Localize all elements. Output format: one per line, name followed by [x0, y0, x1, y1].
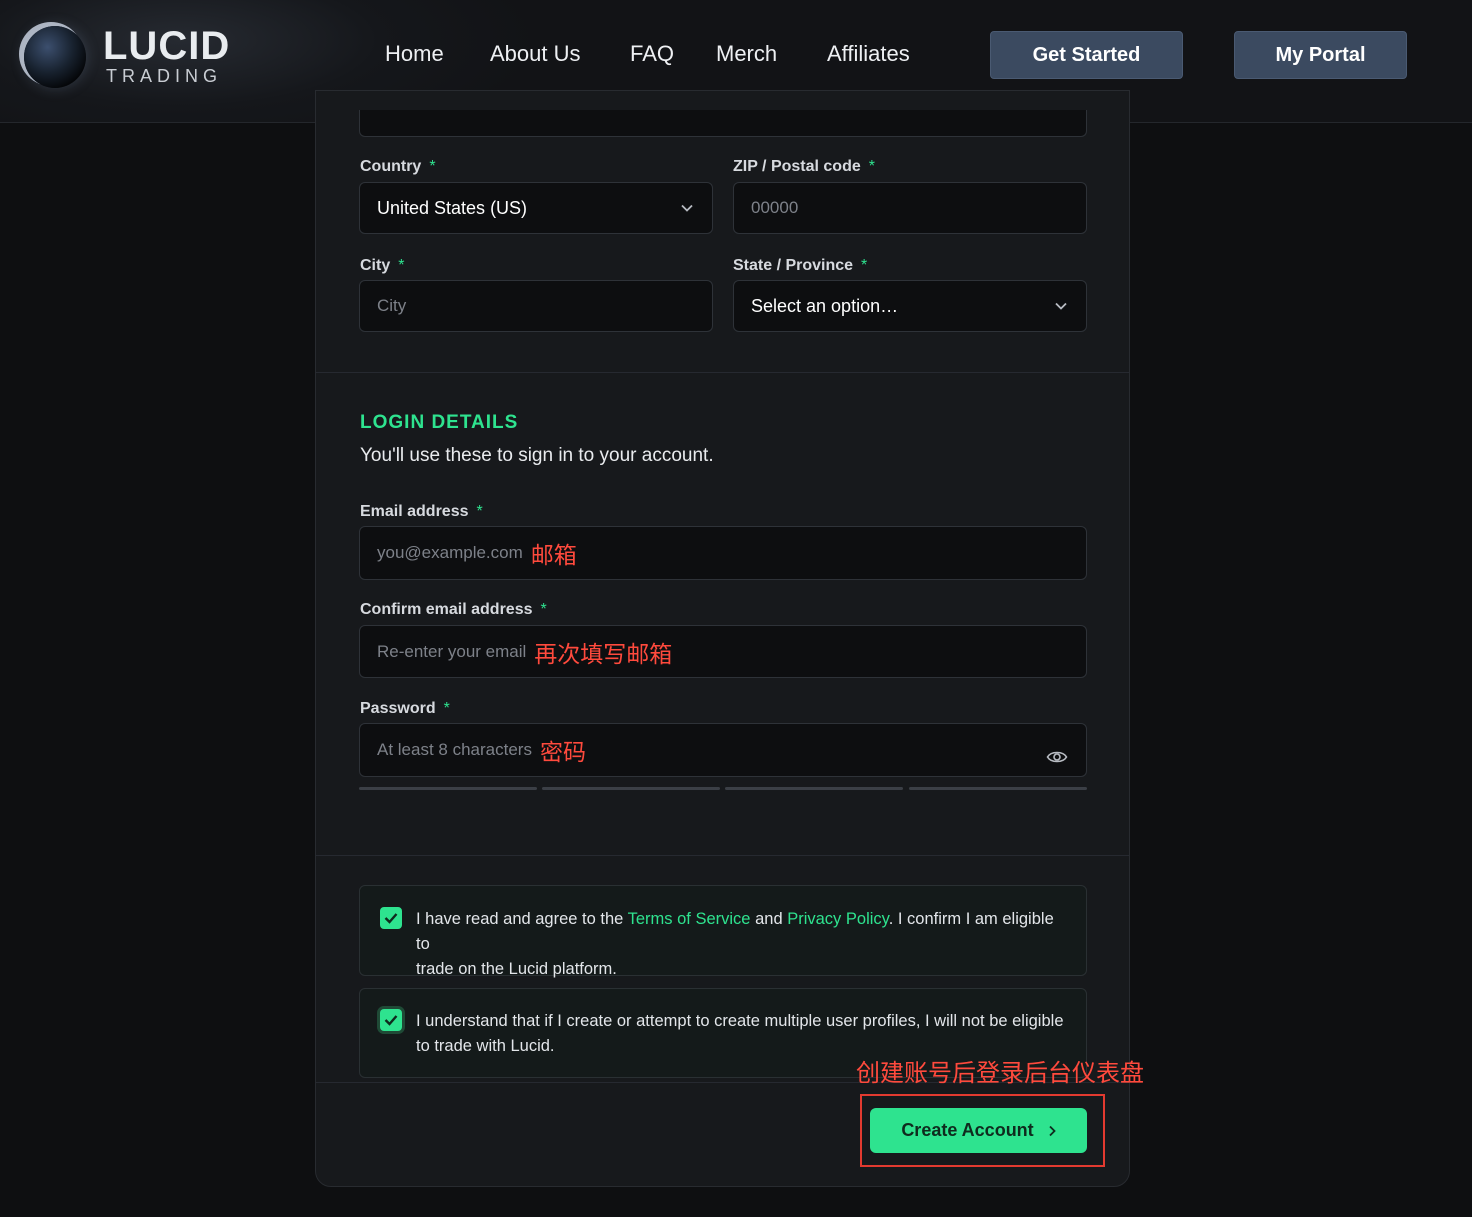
create-account-annotation: 创建账号后登录后台仪表盘 — [856, 1059, 1144, 1087]
section-divider — [316, 372, 1129, 373]
multi-profile-agreement-text: I understand that if I create or attempt… — [416, 1012, 1064, 1055]
nav-merch[interactable]: Merch — [716, 40, 777, 68]
create-account-label: Create Account — [901, 1120, 1034, 1140]
email-placeholder: you@example.com — [377, 543, 523, 562]
zip-input[interactable]: 00000 — [733, 182, 1087, 234]
nav-faq[interactable]: FAQ — [630, 40, 674, 68]
logo-wordmark[interactable]: LUCID — [103, 24, 230, 68]
confirm-email-field[interactable]: Re-enter your email 再次填写邮箱 — [359, 625, 1087, 678]
password-strength-bar-1 — [359, 787, 537, 790]
password-annotation: 密码 — [539, 740, 586, 766]
email-label: Email address * — [360, 503, 483, 520]
country-label: Country * — [360, 158, 436, 175]
chevron-down-icon — [681, 204, 693, 212]
logo-subtext: TRADING — [106, 66, 222, 86]
check-icon — [384, 1015, 398, 1026]
password-placeholder: At least 8 characters — [377, 740, 532, 759]
eye-icon[interactable] — [1046, 748, 1068, 766]
terms-agreement-box: I have read and agree to the Terms of Se… — [359, 885, 1087, 978]
chevron-right-icon — [1049, 1125, 1056, 1136]
privacy-policy-link[interactable]: Privacy Policy — [787, 910, 888, 928]
zip-placeholder: 00000 — [751, 198, 799, 217]
state-label: State / Province * — [733, 257, 868, 274]
terms-agreement-text: I have read and agree to the Terms of Se… — [416, 910, 1054, 978]
create-account-button[interactable]: Create Account — [870, 1108, 1087, 1153]
terms-of-service-link[interactable]: Terms of Service — [628, 910, 751, 928]
confirm-email-annotation: 再次填写邮箱 — [534, 641, 673, 668]
city-input[interactable]: City — [359, 280, 713, 332]
city-label: City * — [360, 257, 405, 274]
confirm-email-placeholder: Re-enter your email — [377, 641, 527, 661]
nav-home[interactable]: Home — [385, 40, 444, 68]
email-annotation: 邮箱 — [530, 543, 577, 569]
state-value: Select an option… — [751, 295, 899, 316]
password-field[interactable]: At least 8 characters 密码 — [359, 723, 1087, 777]
lucid-logo-icon[interactable] — [24, 26, 86, 88]
state-select[interactable]: Select an option… — [733, 280, 1087, 332]
login-section-title: LOGIN DETAILS — [360, 412, 519, 433]
city-placeholder: City — [377, 296, 407, 315]
confirm-email-label: Confirm email address * — [360, 601, 547, 618]
password-strength-bar-4 — [909, 787, 1087, 790]
my-portal-button[interactable]: My Portal — [1234, 31, 1407, 79]
zip-label: ZIP / Postal code * — [733, 158, 875, 175]
check-icon — [384, 913, 398, 924]
nav-about-us[interactable]: About Us — [490, 40, 581, 68]
section-divider — [316, 855, 1129, 856]
country-select[interactable]: United States (US) — [359, 182, 713, 234]
nav-affiliates[interactable]: Affiliates — [827, 40, 910, 68]
address-line-field[interactable] — [359, 110, 1087, 137]
country-value: United States (US) — [377, 197, 528, 218]
login-section-subtitle: You'll use these to sign in to your acco… — [360, 445, 714, 466]
terms-checkbox[interactable] — [380, 907, 402, 929]
email-field[interactable]: you@example.com 邮箱 — [359, 526, 1087, 580]
password-label: Password * — [360, 700, 450, 717]
multi-profile-checkbox[interactable] — [380, 1009, 402, 1031]
chevron-down-icon — [1055, 302, 1067, 310]
get-started-button[interactable]: Get Started — [990, 31, 1183, 79]
password-strength-bar-2 — [542, 787, 720, 790]
password-strength-bar-3 — [725, 787, 903, 790]
